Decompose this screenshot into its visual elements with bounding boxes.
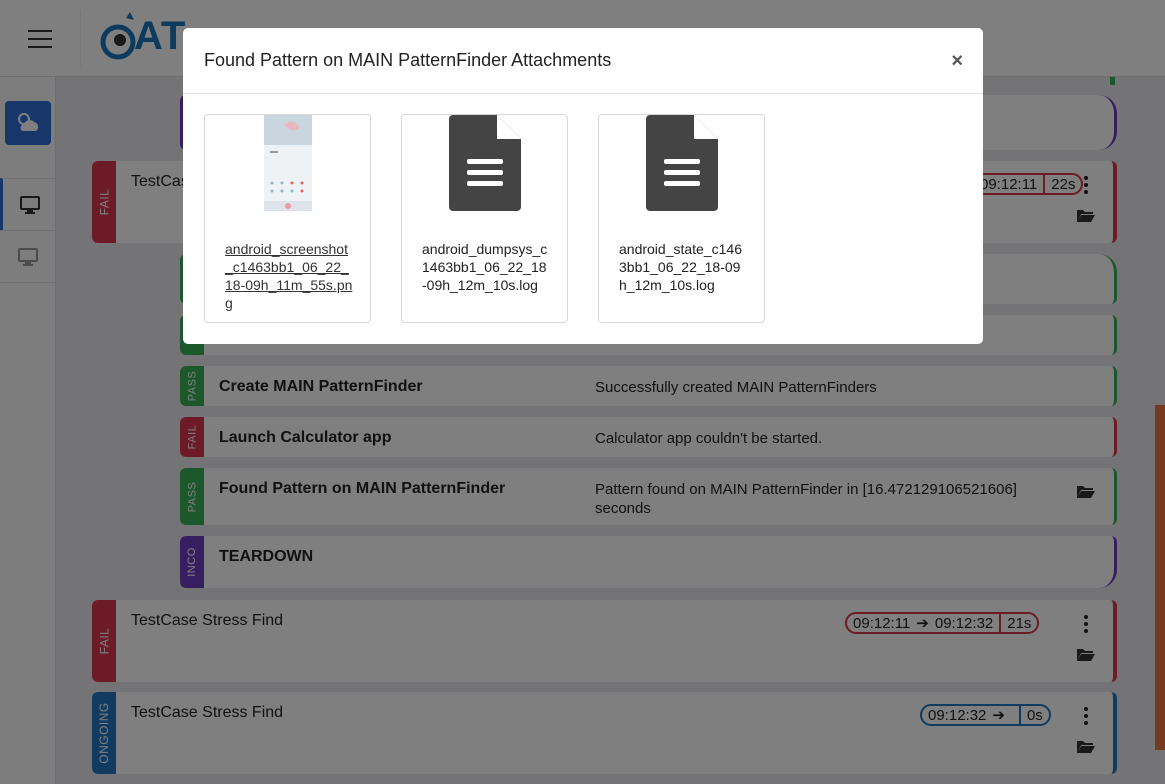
modal-title: Found Pattern on MAIN PatternFinder Atta… <box>204 50 612 70</box>
modal-header: Found Pattern on MAIN PatternFinder Atta… <box>183 28 983 94</box>
close-button[interactable]: × <box>951 50 963 73</box>
file-text-icon <box>645 115 718 211</box>
attachment-item[interactable]: android_state_c1463bb1_06_22_18-09h_12m_… <box>598 114 765 323</box>
attachment-name: android_dumpsys_c1463bb1_06_22_18-09h_12… <box>422 241 548 293</box>
attachment-name: android_state_c1463bb1_06_22_18-09h_12m_… <box>619 241 742 293</box>
file-thumbnail[interactable] <box>402 115 567 211</box>
phone-screenshot-image <box>263 115 312 211</box>
attachment-item[interactable]: android_dumpsys_c1463bb1_06_22_18-09h_12… <box>401 114 568 323</box>
attachments-modal: Found Pattern on MAIN PatternFinder Atta… <box>183 28 983 344</box>
file-text-icon <box>448 115 521 211</box>
attachment-link[interactable]: android_screenshot_c1463bb1_06_22_18-09h… <box>225 240 353 312</box>
attachments-list: android_screenshot_c1463bb1_06_22_18-09h… <box>204 114 765 323</box>
attachment-item[interactable]: android_screenshot_c1463bb1_06_22_18-09h… <box>204 114 371 323</box>
screenshot-thumbnail[interactable] <box>205 115 370 211</box>
file-thumbnail[interactable] <box>599 115 764 211</box>
